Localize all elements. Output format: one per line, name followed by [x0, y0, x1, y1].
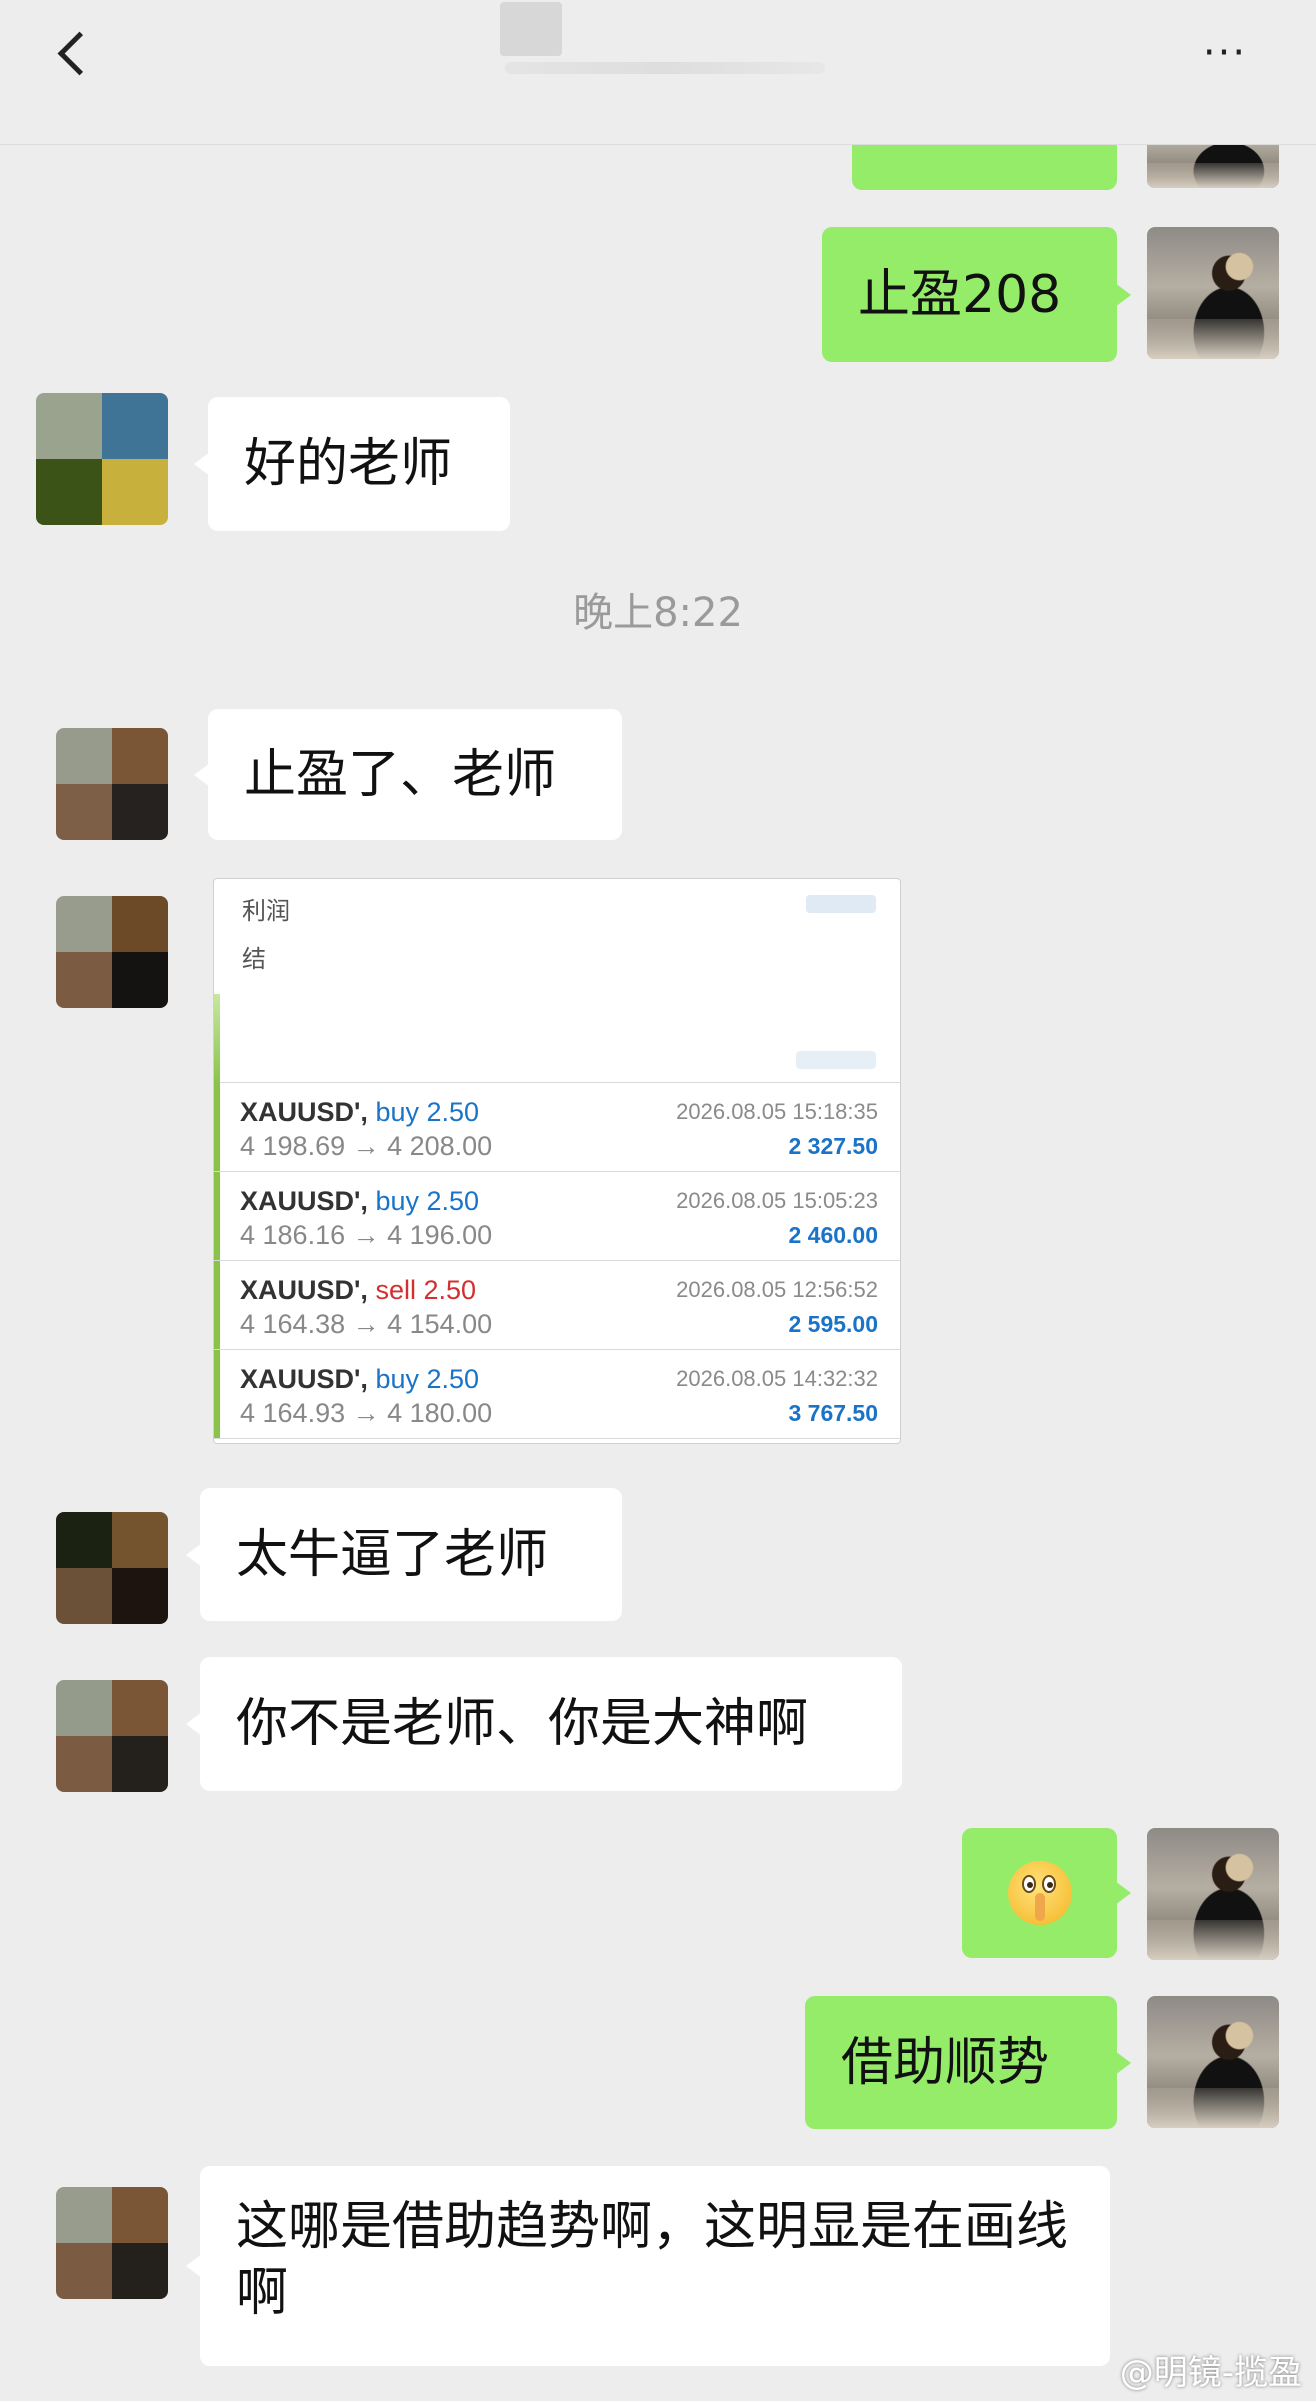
- trade-profit: 3 767.50: [788, 1400, 878, 1426]
- message-bubble-me[interactable]: [962, 1828, 1131, 1958]
- trade-prices: 4 164.38 → 4 154.00: [240, 1309, 493, 1339]
- trade-side: buy 2.50: [375, 1097, 480, 1127]
- trade-row: XAUUSD', sell 2.50 4 164.38 → 4 154.00 2…: [214, 1261, 900, 1350]
- trade-time: 2026.08.05 15:18:35: [676, 1099, 878, 1124]
- message-bubble-other[interactable]: 你不是老师、你是大神啊: [186, 1657, 902, 1791]
- watermark: @明镜-揽盈: [1119, 2353, 1302, 2393]
- trade-side: buy 2.50: [375, 1364, 480, 1394]
- trade-row: XAUUSD', buy 2.50 4 186.16 → 4 196.00 20…: [214, 1172, 900, 1261]
- chat-timestamp: 晚上8:22: [573, 590, 743, 636]
- trade-profit: 2 460.00: [788, 1222, 878, 1248]
- trade-symbol: XAUUSD',: [240, 1364, 368, 1394]
- profit-indicator-bar: [214, 994, 220, 1084]
- trade-prices: 4 164.93 → 4 180.00: [240, 1398, 493, 1428]
- back-arrow-icon[interactable]: [52, 28, 92, 80]
- trade-side: buy 2.50: [375, 1186, 480, 1216]
- shushing-face-icon: [1007, 1861, 1072, 1925]
- message-text: 借助顺势: [841, 2032, 1050, 2093]
- message-bubble-other[interactable]: 止盈了、老师: [194, 709, 622, 840]
- trade-side: sell 2.50: [375, 1275, 477, 1305]
- my-avatar[interactable]: [1147, 227, 1279, 359]
- trade-profit: 2 327.50: [788, 1133, 878, 1159]
- contact-avatar[interactable]: [56, 1512, 168, 1624]
- trade-profit: 2 595.00: [788, 1311, 878, 1337]
- contact-avatar[interactable]: [56, 2187, 168, 2299]
- blurred-value: [806, 895, 876, 913]
- trade-symbol: XAUUSD',: [240, 1275, 368, 1305]
- trade-summary-header: 利润 结: [214, 879, 900, 1084]
- message-text: 止盈208: [858, 264, 1062, 325]
- trade-time: 2026.08.05 14:32:32: [676, 1366, 878, 1391]
- contact-subtitle-blurred: [505, 62, 825, 74]
- trade-time: 2026.08.05 15:05:23: [676, 1188, 878, 1213]
- summary-label: 结: [242, 945, 266, 973]
- trade-time: 2026.08.05 12:56:52: [676, 1277, 878, 1302]
- contact-avatar[interactable]: [36, 393, 168, 525]
- message-bubble-other[interactable]: 这哪是借助趋势啊，这明显是在画线啊: [186, 2166, 1110, 2366]
- trade-symbol: XAUUSD',: [240, 1186, 368, 1216]
- message-text: 你不是老师、你是大神啊: [236, 1694, 809, 1754]
- message-text: 止盈了、老师: [244, 744, 557, 805]
- chat-header: ···: [0, 0, 1316, 145]
- trade-row: XAUUSD', buy 2.50 4 198.69 → 4 208.00 20…: [214, 1083, 900, 1172]
- message-bubble-other[interactable]: 好的老师: [194, 397, 510, 531]
- trade-prices: 4 186.16 → 4 196.00: [240, 1220, 493, 1250]
- message-text: 好的老师: [244, 434, 453, 494]
- contact-avatar[interactable]: [56, 896, 168, 1008]
- my-avatar[interactable]: [1147, 1996, 1279, 2128]
- contact-avatar[interactable]: [56, 728, 168, 840]
- message-bubble-me[interactable]: 止盈208: [822, 227, 1131, 362]
- trade-prices: 4 198.69 → 4 208.00: [240, 1131, 493, 1161]
- contact-avatar[interactable]: [56, 1680, 168, 1792]
- message-bubble-other[interactable]: 太牛逼了老师: [186, 1488, 622, 1621]
- my-avatar[interactable]: [1147, 1828, 1279, 1960]
- contact-name-blurred: [500, 2, 562, 56]
- profit-label: 利润: [242, 897, 290, 925]
- trade-history-image[interactable]: 利润 结 XAUUSD', buy 2.50 4 198.69 → 4 208.…: [213, 878, 901, 1444]
- trade-row: XAUUSD', buy 2.50 4 164.93 → 4 180.00 20…: [214, 1350, 900, 1439]
- previous-message-bubble-partial[interactable]: [852, 145, 1117, 190]
- trade-symbol: XAUUSD',: [240, 1097, 368, 1127]
- blurred-value: [796, 1051, 876, 1069]
- message-bubble-me[interactable]: 借助顺势: [805, 1996, 1131, 2129]
- message-text: 太牛逼了老师: [236, 1524, 549, 1585]
- message-text: 这哪是借助趋势啊，这明显是在画线啊: [236, 2197, 1069, 2323]
- more-options-icon[interactable]: ···: [1190, 33, 1260, 73]
